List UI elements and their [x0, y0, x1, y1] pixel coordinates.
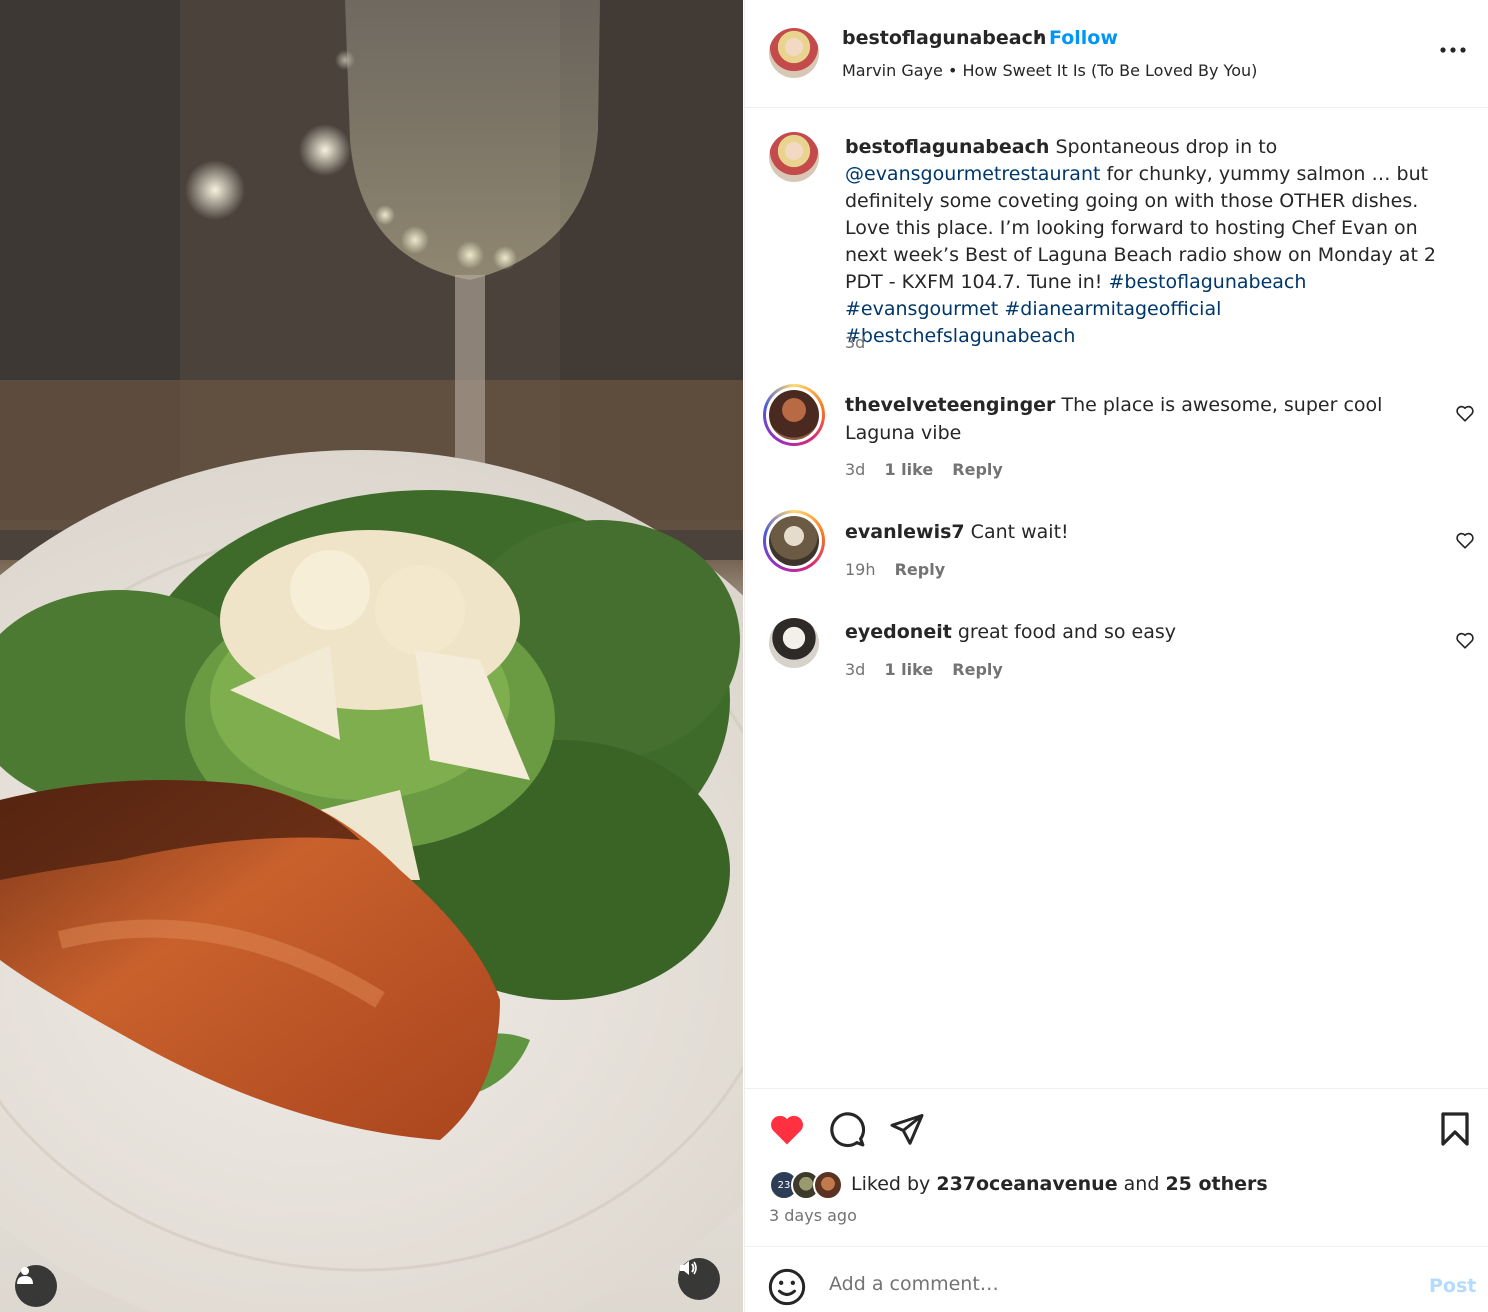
caption-mention-link[interactable]: @evansgourmetrestaurant	[845, 163, 1100, 185]
hashtag-link[interactable]: #dianearmitageofficial	[1004, 298, 1221, 320]
post-date[interactable]: 3 days ago	[769, 1206, 857, 1225]
liked-by-others-link[interactable]: 25 others	[1165, 1173, 1267, 1195]
comment-likes-count[interactable]: 1 like	[884, 460, 933, 479]
emoji-icon[interactable]	[767, 1267, 807, 1307]
caption-author-avatar[interactable]	[769, 132, 819, 182]
audio-title: How Sweet It Is (To Be Loved By You)	[962, 61, 1258, 80]
comment-button[interactable]	[827, 1109, 867, 1149]
comment-time[interactable]: 3d	[845, 460, 865, 479]
comment-composer: Post	[745, 1246, 1488, 1312]
hashtag-link[interactable]: #bestoflagunabeach	[1108, 271, 1306, 293]
comment-like-heart-icon[interactable]	[1454, 629, 1476, 651]
liked-by-and: and	[1123, 1173, 1160, 1195]
paper-plane-icon	[890, 1114, 924, 1145]
comment-meta: 19h Reply	[845, 560, 959, 579]
audio-separator: •	[947, 61, 958, 80]
hashtag-link[interactable]: #evansgourmet	[845, 298, 998, 320]
more-options-icon	[1440, 47, 1466, 53]
bookmark-icon	[1441, 1112, 1469, 1146]
comment-reply-button[interactable]: Reply	[895, 560, 946, 579]
comment-text: eyedoneit great food and so easy	[845, 618, 1425, 646]
comment-time[interactable]: 19h	[845, 560, 876, 579]
liker-badge-text: 23	[777, 1179, 791, 1191]
caption-text-part-1: Spontaneous drop in to	[1055, 136, 1278, 158]
hashtag-link[interactable]: #bestchefslagunabeach	[845, 325, 1075, 347]
heart-filled-icon	[771, 1115, 803, 1145]
comment-text: thevelveteenginger The place is awesome,…	[845, 391, 1425, 447]
comment-like-heart-icon[interactable]	[1454, 402, 1476, 424]
audio-attribution[interactable]: Marvin Gaye • How Sweet It Is (To Be Lov…	[842, 61, 1257, 80]
comment-avatar-story-ring[interactable]	[763, 510, 825, 572]
liked-by-user-link[interactable]: 237oceanavenue	[936, 1173, 1117, 1195]
comment-reply-button[interactable]: Reply	[952, 460, 1003, 479]
comment-body: great food and so easy	[957, 621, 1177, 643]
caption-username[interactable]: bestoflagunabeach	[845, 136, 1049, 158]
comment-meta: 3d 1 like Reply	[845, 460, 1017, 479]
commenter-avatar	[769, 516, 819, 566]
post-media[interactable]	[0, 0, 743, 1312]
liked-by-prefix: Liked by	[851, 1173, 931, 1195]
post-details-panel: bestoflagunabeach • Follow Marvin Gaye •…	[744, 0, 1488, 1312]
comment-avatar-story-ring[interactable]	[763, 384, 825, 446]
user-icon	[17, 1267, 33, 1284]
audio-artist: Marvin Gaye	[842, 61, 943, 80]
comment-bubble-icon	[830, 1112, 866, 1148]
comment-body: Cant wait!	[970, 521, 1069, 543]
commenter-avatar	[769, 390, 819, 440]
audio-toggle-button[interactable]	[678, 1258, 720, 1300]
header-separator: •	[1032, 27, 1044, 49]
comment-time[interactable]: 3d	[845, 660, 865, 679]
post-header: bestoflagunabeach • Follow Marvin Gaye •…	[745, 0, 1488, 108]
commenter-avatar[interactable]	[769, 618, 819, 668]
comment-reply-button[interactable]: Reply	[952, 660, 1003, 679]
caption-timestamp[interactable]: 3d	[845, 333, 865, 352]
like-button[interactable]	[767, 1109, 807, 1149]
comment-likes-count[interactable]: 1 like	[884, 660, 933, 679]
more-options-button[interactable]	[1437, 34, 1469, 66]
liked-by-summary: Liked by 237oceanavenue and 25 others	[851, 1173, 1268, 1195]
follow-button[interactable]: Follow	[1049, 27, 1118, 49]
caption-text: bestoflagunabeach Spontaneous drop in to…	[845, 134, 1455, 350]
liker-avatar	[813, 1170, 843, 1200]
comment-like-heart-icon[interactable]	[1454, 529, 1476, 551]
author-avatar[interactable]	[769, 28, 819, 78]
share-button[interactable]	[887, 1109, 927, 1149]
commenter-username[interactable]: eyedoneit	[845, 621, 952, 643]
save-button[interactable]	[1435, 1109, 1475, 1149]
liker-avatars[interactable]: 23	[769, 1170, 847, 1202]
post-comment-button[interactable]: Post	[1429, 1275, 1476, 1297]
post-actions: 23 Liked by 237oceanavenue and 25 others…	[745, 1088, 1488, 1246]
author-username[interactable]: bestoflagunabeach	[842, 27, 1046, 49]
speaker-icon	[680, 1261, 697, 1275]
commenter-username[interactable]: thevelveteenginger	[845, 394, 1055, 416]
comment-input[interactable]	[829, 1273, 1389, 1295]
comment-text: evanlewis7 Cant wait!	[845, 518, 1425, 546]
commenter-username[interactable]: evanlewis7	[845, 521, 965, 543]
tagged-users-button[interactable]	[15, 1265, 57, 1307]
comment-meta: 3d 1 like Reply	[845, 660, 1017, 679]
food-photo	[0, 0, 743, 1312]
